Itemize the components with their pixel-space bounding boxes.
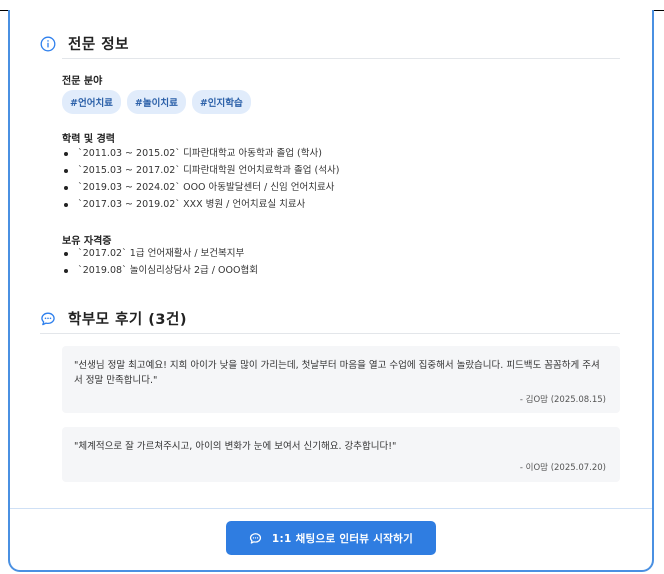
tag[interactable]: #인지학습 (191, 90, 251, 114)
tag-list: #언어치료 #놀이치료 #인지학습 (62, 90, 251, 114)
info-icon (40, 36, 56, 52)
review-author: - 김O맘 (2025.08.15) (519, 395, 606, 405)
reviews-title: 학부모 후기 (3건) (68, 312, 187, 328)
field-label: 전문 분야 (62, 76, 103, 87)
review-text: "선생님 정말 최고예요! 지희 아이가 낮을 많이 가리는데, 첫날부터 마음… (74, 360, 600, 386)
review-card: "체계적으로 잘 가르쳐주시고, 아이의 변화가 눈에 보여서 신기해요. 강추… (62, 427, 620, 482)
chat-bubble-icon (249, 532, 262, 545)
chat-bubble-icon (40, 311, 56, 327)
list-item: `2019.03 ~ 2024.02` OOO 아동발달센터 / 신임 언어치료… (62, 179, 339, 196)
list-item: `2015.03 ~ 2017.02` 디파란대학원 언어치료학과 졸업 (석사… (62, 162, 339, 179)
footer-divider (10, 508, 652, 509)
review-card: "선생님 정말 최고예요! 지희 아이가 낮을 많이 가리는데, 첫날부터 마음… (62, 346, 620, 413)
expertise-title: 전문 정보 (68, 37, 129, 53)
list-item: `2019.08` 놀이심리상담사 2급 / OOO협회 (62, 262, 258, 279)
tag[interactable]: #언어치료 (62, 90, 121, 114)
start-chat-button[interactable]: 1:1 채팅으로 인터뷰 시작하기 (226, 521, 436, 555)
career-label: 학력 및 경력 (62, 134, 115, 145)
list-item: `2011.03 ~ 2015.02` 디파란대학교 아동학과 졸업 (학사) (62, 145, 339, 162)
expertise-header: 전문 정보 (40, 33, 129, 54)
list-item: `2017.02` 1급 언어재활사 / 보건복지부 (62, 245, 258, 262)
career-list: `2011.03 ~ 2015.02` 디파란대학교 아동학과 졸업 (학사) … (62, 145, 339, 213)
review-author: - 이O맘 (2025.07.20) (519, 463, 606, 473)
profile-card: 전문 정보 전문 분야 #언어치료 #놀이치료 #인지학습 학력 및 경력 `2… (8, 10, 654, 572)
reviews-header: 학부모 후기 (3건) (40, 308, 187, 329)
cert-list: `2017.02` 1급 언어재활사 / 보건복지부 `2019.08` 놀이심… (62, 245, 258, 279)
start-chat-label: 1:1 채팅으로 인터뷰 시작하기 (271, 532, 414, 545)
reviews-divider (40, 333, 620, 334)
review-text: "체계적으로 잘 가르쳐주시고, 아이의 변화가 눈에 보여서 신기해요. 강추… (74, 441, 397, 452)
expertise-divider (62, 58, 620, 59)
list-item: `2017.03 ~ 2019.02` XXX 병원 / 언어치료실 치료사 (62, 196, 339, 213)
tag[interactable]: #놀이치료 (126, 90, 186, 114)
